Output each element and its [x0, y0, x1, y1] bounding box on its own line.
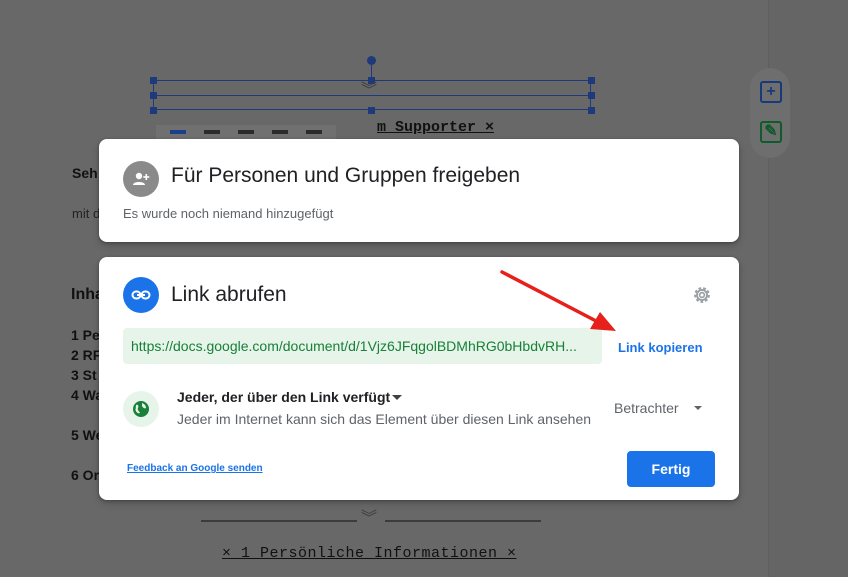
double-chevron-icon: ︾ — [361, 82, 378, 99]
share-dialog-subtitle: Es wurde noch niemand hinzugefügt — [123, 206, 334, 221]
share-url-text[interactable]: https://docs.google.com/document/d/1Vjz6… — [131, 338, 596, 354]
share-url-field[interactable]: https://docs.google.com/document/d/1Vjz6… — [123, 328, 602, 364]
suggest-edit-icon[interactable]: ✎ — [760, 121, 782, 143]
doc-line: 6 Or — [71, 467, 100, 483]
caret-down-icon[interactable] — [694, 406, 702, 410]
share-dialog-title: Für Personen und Gruppen freigeben — [171, 164, 521, 187]
doc-title-box-text: m Supporter × — [377, 119, 495, 136]
resize-handle[interactable] — [368, 107, 375, 114]
role-dropdown[interactable]: Betrachter — [614, 400, 679, 416]
doc-line: 1 Pe — [71, 327, 100, 343]
settings-gear-icon[interactable] — [691, 284, 713, 306]
resize-handle[interactable] — [588, 92, 595, 99]
resize-handle[interactable] — [588, 77, 595, 84]
person-add-icon — [123, 161, 159, 197]
front-of-text-icon[interactable] — [306, 130, 322, 134]
wrap-text-icon[interactable] — [204, 130, 220, 134]
footer-divider-left — [201, 520, 357, 522]
doc-line: 2 RF — [71, 347, 102, 363]
link-dialog-title: Link abrufen — [171, 283, 287, 306]
copy-link-button[interactable]: Link kopieren — [618, 340, 703, 355]
inline-wrap-icon[interactable] — [170, 130, 186, 134]
doc-line: mit d — [72, 206, 101, 221]
footer-divider-right — [385, 520, 541, 522]
doc-line: Seh — [72, 165, 98, 181]
add-comment-icon[interactable]: + — [760, 81, 782, 103]
behind-text-icon[interactable] — [272, 130, 288, 134]
get-link-dialog: Link abrufen https://docs.google.com/doc… — [99, 257, 739, 500]
share-people-dialog: Für Personen und Gruppen freigeben Es wu… — [99, 139, 739, 242]
feedback-link[interactable]: Feedback an Google senden — [127, 463, 263, 474]
doc-footer-text: × 1 Persönliche Informationen × — [222, 545, 517, 562]
link-access-description: Jeder im Internet kann sich das Element … — [177, 411, 592, 427]
link-icon — [123, 277, 159, 313]
done-button[interactable]: Fertig — [627, 451, 715, 487]
doc-line: 3 St — [71, 367, 97, 383]
double-chevron-icon: ︾ — [361, 510, 378, 527]
link-access-dropdown[interactable]: Jeder, der über den Link verfügt — [177, 389, 390, 405]
resize-handle[interactable] — [150, 77, 157, 84]
resize-handle[interactable] — [588, 107, 595, 114]
globe-icon — [123, 391, 159, 427]
caret-down-icon[interactable] — [392, 395, 402, 400]
resize-handle[interactable] — [150, 107, 157, 114]
resize-handle[interactable] — [150, 92, 157, 99]
break-text-icon[interactable] — [238, 130, 254, 134]
